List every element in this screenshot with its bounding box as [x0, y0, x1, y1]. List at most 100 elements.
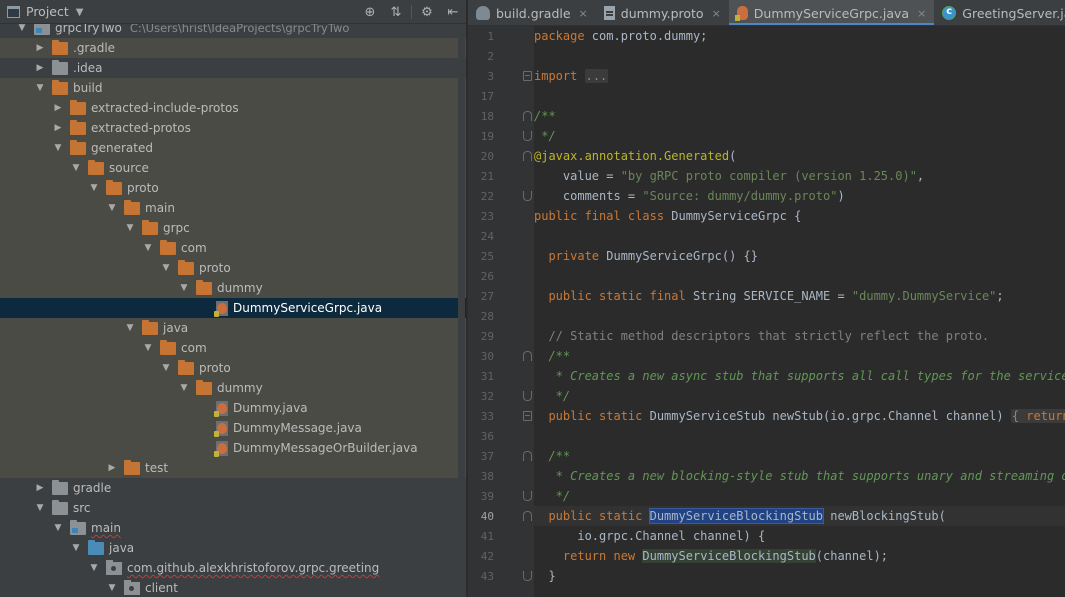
code-line[interactable]: } [534, 566, 1065, 586]
gutter-line[interactable]: 22 [468, 186, 534, 206]
gutter-line[interactable]: 33 [468, 406, 534, 426]
fold-marker-icon[interactable] [523, 451, 532, 461]
gutter-line[interactable]: 2 [468, 46, 534, 66]
editor-tab[interactable]: build.gradle × [468, 0, 596, 25]
code-line[interactable]: /** [534, 446, 1065, 466]
fold-marker-icon[interactable] [523, 511, 532, 521]
close-tab-icon[interactable]: × [579, 7, 588, 20]
project-scrollbar[interactable] [458, 24, 465, 594]
tree-row[interactable]: ▼ client [0, 578, 466, 597]
gutter-line[interactable]: 40 [468, 506, 534, 526]
editor-tab[interactable]: GreetingServer.java× [934, 0, 1065, 25]
tree-row[interactable]: ▼ dummy [0, 378, 466, 398]
tree-row[interactable]: ▼ source [0, 158, 466, 178]
expanded-arrow-icon[interactable]: ▼ [142, 343, 154, 353]
gutter-line[interactable]: 26 [468, 266, 534, 286]
code-line[interactable]: public static DummyServiceStub newStub(i… [534, 406, 1065, 426]
gutter-line[interactable]: 3 [468, 66, 534, 86]
expanded-arrow-icon[interactable]: ▼ [16, 23, 28, 33]
tree-row[interactable]: DummyMessage.java [0, 418, 466, 438]
code-line[interactable]: */ [534, 126, 1065, 146]
editor-gutter[interactable]: 1 2 3 17 18 19 20 21 22 23 24 25 26 27 28 29 30 31 32 33 36 3… [468, 26, 534, 597]
code-line[interactable]: */ [534, 486, 1065, 506]
code-line[interactable] [534, 46, 1065, 66]
collapse-all-icon[interactable]: ⇅ [383, 0, 409, 24]
editor-tab[interactable]: dummy.proto × [596, 0, 729, 25]
tree-row[interactable]: ▼ src [0, 498, 466, 518]
code-line[interactable]: @javax.annotation.Generated( [534, 146, 1065, 166]
gutter-line[interactable]: 29 [468, 326, 534, 346]
code-line[interactable]: public final class DummyServiceGrpc { [534, 206, 1065, 226]
expanded-arrow-icon[interactable]: ▼ [160, 263, 172, 273]
gutter-line[interactable]: 38 [468, 466, 534, 486]
code-line[interactable]: io.grpc.Channel channel) { [534, 526, 1065, 546]
locate-icon[interactable]: ⊕ [357, 0, 383, 24]
code-line[interactable]: /** [534, 346, 1065, 366]
collapsed-arrow-icon[interactable]: ▶ [34, 43, 46, 53]
gutter-line[interactable]: 17 [468, 86, 534, 106]
fold-marker-icon[interactable] [523, 571, 532, 581]
gutter-line[interactable]: 30 [468, 346, 534, 366]
code-line[interactable]: * Creates a new async stub that supports… [534, 366, 1065, 386]
expanded-arrow-icon[interactable]: ▼ [106, 203, 118, 213]
expanded-arrow-icon[interactable]: ▼ [124, 223, 136, 233]
gutter-line[interactable]: 1 [468, 26, 534, 46]
close-tab-icon[interactable]: × [712, 7, 721, 20]
gutter-line[interactable]: 25 [468, 246, 534, 266]
tree-row[interactable]: ▼ proto [0, 178, 466, 198]
tree-row[interactable]: DummyServiceGrpc.java [0, 298, 466, 318]
collapsed-arrow-icon[interactable]: ▶ [34, 63, 46, 73]
gutter-line[interactable]: 28 [468, 306, 534, 326]
collapsed-arrow-icon[interactable]: ▶ [34, 483, 46, 493]
collapsed-arrow-icon[interactable]: ▶ [52, 103, 64, 113]
collapsed-arrow-icon[interactable]: ▶ [106, 463, 118, 473]
code-line[interactable]: // Static method descriptors that strict… [534, 326, 1065, 346]
tree-row[interactable]: ▼ java [0, 318, 466, 338]
fold-marker-icon[interactable] [523, 391, 532, 401]
gutter-line[interactable]: 23 [468, 206, 534, 226]
code-line[interactable]: value = "by gRPC proto compiler (version… [534, 166, 1065, 186]
code-line[interactable]: return new DummyServiceBlockingStub(chan… [534, 546, 1065, 566]
editor-horizontal-scrollbar[interactable] [534, 586, 1065, 592]
code-line[interactable]: /** [534, 106, 1065, 126]
tree-row[interactable]: DummyMessageOrBuilder.java [0, 438, 466, 458]
gutter-line[interactable]: 39 [468, 486, 534, 506]
tree-row[interactable]: ▼ com.github.alexkhristoforov.grpc.greeti… [0, 558, 466, 578]
gutter-line[interactable]: 42 [468, 546, 534, 566]
code-line[interactable]: * Creates a new blocking-style stub that… [534, 466, 1065, 486]
expanded-arrow-icon[interactable]: ▼ [34, 503, 46, 513]
editor-tab[interactable]: DummyServiceGrpc.java × [728, 0, 935, 25]
fold-marker-icon[interactable] [523, 191, 532, 201]
code-line[interactable]: import ... [534, 66, 1065, 86]
code-line[interactable] [534, 86, 1065, 106]
fold-marker-icon[interactable] [523, 491, 532, 501]
expanded-arrow-icon[interactable]: ▼ [88, 563, 100, 573]
gutter-line[interactable]: 31 [468, 366, 534, 386]
gutter-line[interactable]: 27 [468, 286, 534, 306]
tree-row[interactable]: ▼ grpc [0, 218, 466, 238]
gutter-line[interactable]: 19 [468, 126, 534, 146]
tree-row[interactable]: Dummy.java [0, 398, 466, 418]
code-line[interactable]: package com.proto.dummy; [534, 26, 1065, 46]
code-line[interactable]: public static DummyServiceBlockingStub n… [534, 506, 1065, 526]
expanded-arrow-icon[interactable]: ▼ [52, 143, 64, 153]
expanded-arrow-icon[interactable]: ▼ [106, 583, 118, 593]
expanded-arrow-icon[interactable]: ▼ [178, 283, 190, 293]
expanded-arrow-icon[interactable]: ▼ [178, 383, 190, 393]
code-line[interactable]: comments = "Source: dummy/dummy.proto") [534, 186, 1065, 206]
gutter-line[interactable]: 24 [468, 226, 534, 246]
chevron-down-icon[interactable]: ▼ [76, 7, 84, 18]
gutter-line[interactable]: 37 [468, 446, 534, 466]
fold-marker-icon[interactable] [523, 111, 532, 121]
fold-marker-icon[interactable] [523, 351, 532, 361]
expanded-arrow-icon[interactable]: ▼ [52, 523, 64, 533]
expanded-arrow-icon[interactable]: ▼ [160, 363, 172, 373]
code-line[interactable] [534, 426, 1065, 446]
expanded-arrow-icon[interactable]: ▼ [142, 243, 154, 253]
expanded-arrow-icon[interactable]: ▼ [88, 183, 100, 193]
tree-row[interactable]: ▼ dummy [0, 278, 466, 298]
gutter-line[interactable]: 36 [468, 426, 534, 446]
tree-row[interactable]: ▼ generated [0, 138, 466, 158]
expanded-arrow-icon[interactable]: ▼ [70, 543, 82, 553]
settings-gear-icon[interactable]: ⚙ [414, 0, 440, 24]
